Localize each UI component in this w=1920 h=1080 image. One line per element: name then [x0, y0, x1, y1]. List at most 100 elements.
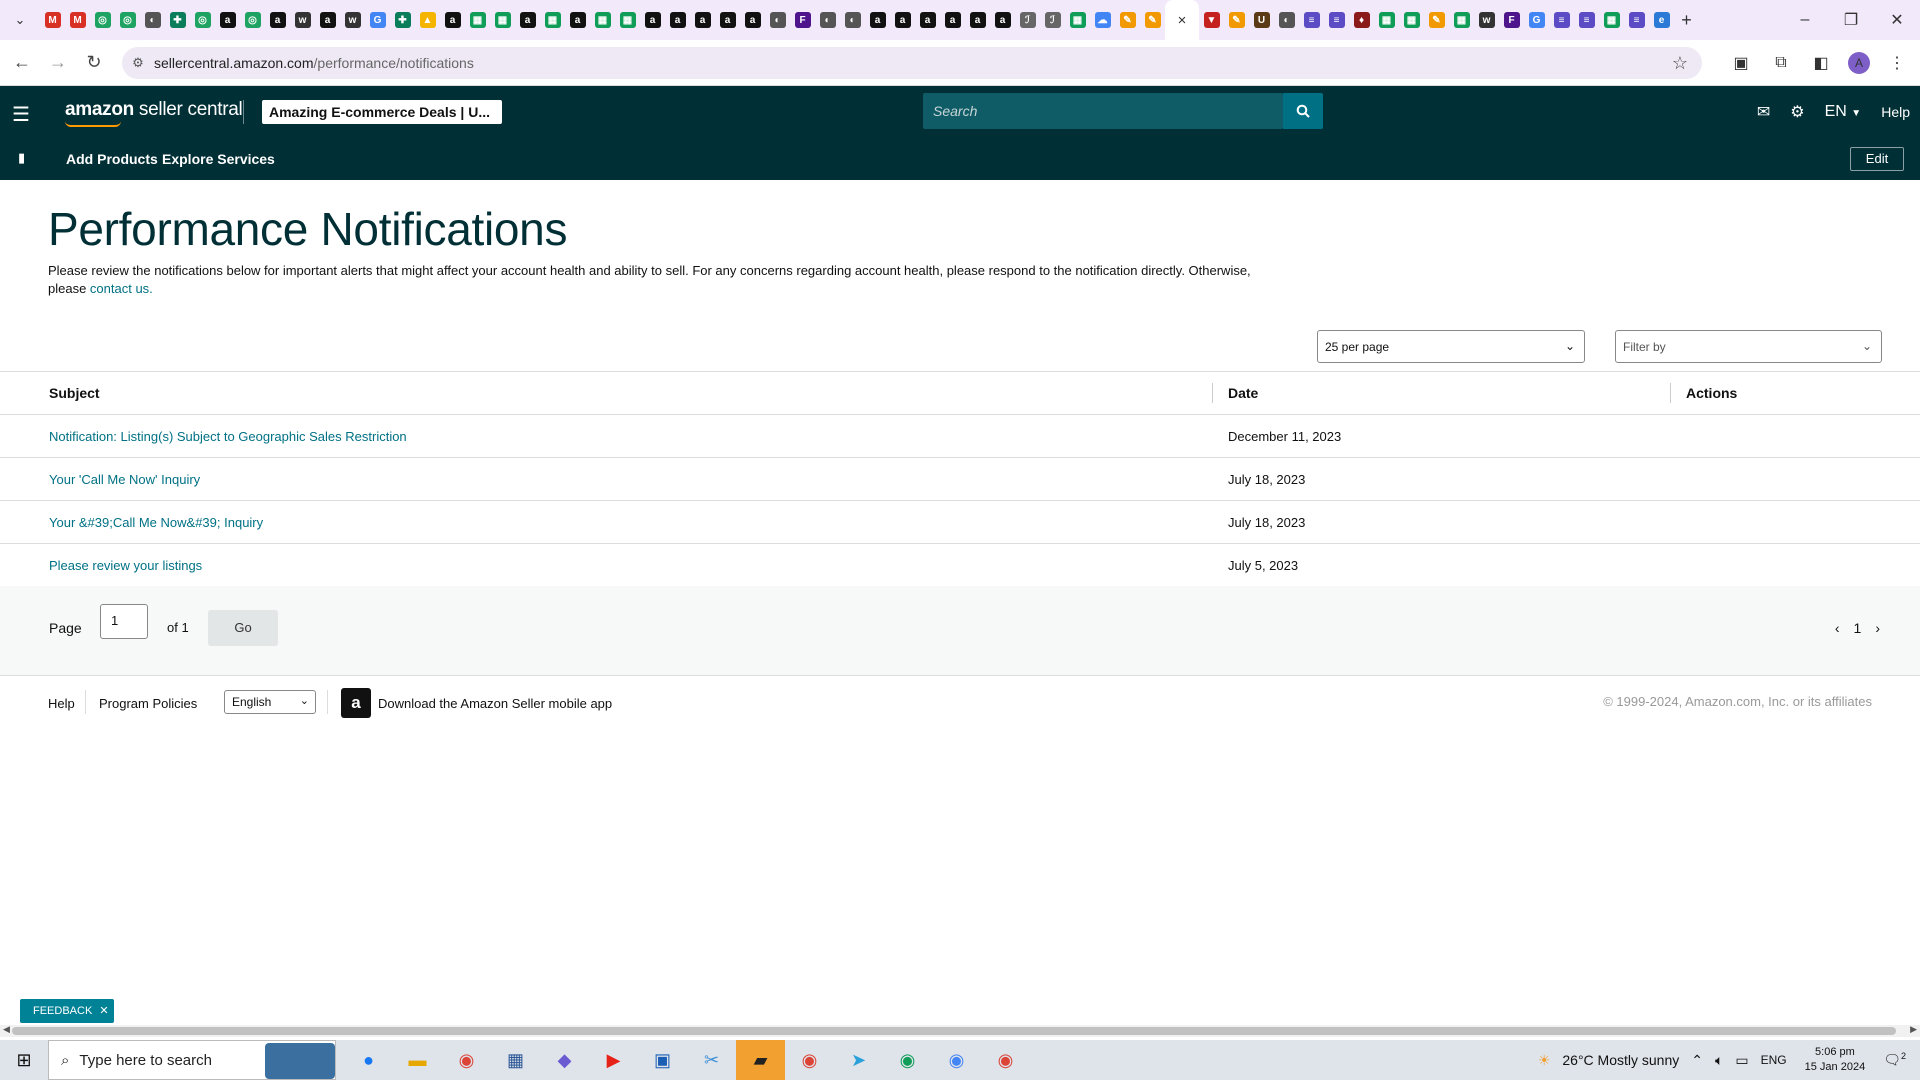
tab-ups-icon[interactable]: U [1249, 0, 1274, 40]
close-window-icon[interactable]: ✕ [1874, 0, 1920, 40]
close-icon[interactable]: ✕ [99, 1005, 108, 1017]
tab-sheets-icon[interactable]: ▦ [615, 0, 640, 40]
tab-amazon-icon[interactable]: a [940, 0, 965, 40]
browser-menu-icon[interactable]: ⋮ [1884, 53, 1910, 73]
store-selector-button[interactable]: Amazing E-commerce Deals | U... [262, 100, 502, 124]
download-app-link[interactable]: Download the Amazon Seller mobile app [378, 696, 612, 711]
chevron-left-icon[interactable]: ‹ [1835, 620, 1840, 636]
scrollbar-thumb[interactable] [12, 1027, 1896, 1035]
side-panel-icon[interactable]: ◧ [1808, 53, 1834, 73]
notification-link[interactable]: Please review your listings [49, 558, 202, 573]
language-selector[interactable]: EN ▼ [1825, 103, 1862, 121]
current-page[interactable]: 1 [1854, 620, 1862, 636]
forward-arrow-icon[interactable]: → [40, 52, 76, 73]
tab-pencil-icon[interactable]: ✎ [1424, 0, 1449, 40]
tab-docs-icon[interactable]: ≡ [1549, 0, 1574, 40]
tab-pen-icon[interactable]: ℐ [1040, 0, 1065, 40]
chrome-profile-icon[interactable]: ◉ [883, 1040, 932, 1080]
tab-google-icon[interactable]: G [1524, 0, 1549, 40]
search-input[interactable]: Search [923, 93, 1283, 129]
tab-wix-icon[interactable]: w [1474, 0, 1499, 40]
footer-language-select[interactable]: English ⌄ [224, 690, 316, 714]
tab-wix-icon[interactable]: w [290, 0, 315, 40]
sticky-notes-icon[interactable]: ▰ [736, 1040, 785, 1080]
tab-amazon-icon[interactable]: a [865, 0, 890, 40]
tab-cloud-icon[interactable]: ☁ [1090, 0, 1115, 40]
tab-green-circle-icon[interactable]: ◎ [115, 0, 140, 40]
tab-search-chevron-icon[interactable]: ⌄ [0, 12, 40, 28]
telegram-icon[interactable]: ➤ [834, 1040, 883, 1080]
tab-globe-icon[interactable]: ◐ [765, 0, 790, 40]
feedback-button[interactable]: FEEDBACK ✕ [20, 999, 114, 1023]
tab-globe-icon[interactable]: ◐ [140, 0, 165, 40]
footer-help-link[interactable]: Help [48, 696, 75, 711]
tab-wix-icon[interactable]: w [340, 0, 365, 40]
amazon-app-icon[interactable]: a [341, 688, 371, 718]
footer-program-policies-link[interactable]: Program Policies [99, 696, 197, 711]
mail-icon[interactable]: ✉ [1757, 102, 1770, 122]
per-page-select[interactable]: 25 per page ⌄ [1317, 330, 1585, 363]
weather-text[interactable]: 26°C Mostly sunny [1562, 1052, 1679, 1068]
youtube-icon[interactable]: ▶ [589, 1040, 638, 1080]
tab-amazon-icon[interactable]: a [315, 0, 340, 40]
tab-docs-icon[interactable]: ≡ [1574, 0, 1599, 40]
profile-avatar[interactable]: A [1848, 52, 1870, 74]
chrome-profile-icon[interactable]: ◉ [981, 1040, 1030, 1080]
edit-button[interactable]: Edit [1850, 147, 1904, 171]
windows-start-icon[interactable]: ⊞ [0, 1050, 48, 1071]
site-info-icon[interactable]: ⚙ [122, 55, 154, 71]
go-button[interactable]: Go [208, 610, 278, 646]
tab-fedex-icon[interactable]: F [1499, 0, 1524, 40]
chrome-profile-icon[interactable]: ◉ [785, 1040, 834, 1080]
column-subject[interactable]: Subject [0, 371, 1212, 415]
volume-icon[interactable]: 🔈︎ [1715, 1052, 1723, 1069]
tab-amazon-icon[interactable]: a [740, 0, 765, 40]
calculator-icon[interactable]: ▦ [491, 1040, 540, 1080]
tab-amazon-icon[interactable]: a [215, 0, 240, 40]
facebook-icon[interactable]: ● [344, 1040, 393, 1080]
input-language[interactable]: ENG [1761, 1053, 1787, 1067]
tab-sheets-icon[interactable]: ▦ [465, 0, 490, 40]
tab-amazon-icon[interactable]: a [265, 0, 290, 40]
nav-add-products[interactable]: Add Products [66, 151, 158, 167]
bookmark-star-icon[interactable]: ☆ [1672, 53, 1688, 74]
tab-sheets-icon[interactable]: ▦ [1065, 0, 1090, 40]
tab-green-circle-icon[interactable]: ◎ [240, 0, 265, 40]
tab-amazon-icon[interactable]: a [990, 0, 1015, 40]
tab-ticket-icon[interactable]: ♦ [1349, 0, 1374, 40]
tab-puzzle-icon[interactable]: ✚ [165, 0, 190, 40]
tab-sheets-icon[interactable]: ▦ [1449, 0, 1474, 40]
back-arrow-icon[interactable]: ← [4, 52, 40, 73]
file-explorer-icon[interactable]: ▬ [393, 1040, 442, 1080]
tab-sheets-icon[interactable]: ▦ [1599, 0, 1624, 40]
help-link[interactable]: Help [1881, 104, 1910, 120]
contact-us-link[interactable]: contact us. [90, 281, 153, 296]
tab-pencil-icon[interactable]: ✎ [1140, 0, 1165, 40]
tab-fedex-icon[interactable]: F [790, 0, 815, 40]
tab-amazon-icon[interactable]: a [690, 0, 715, 40]
tab-amazon-icon[interactable]: a [965, 0, 990, 40]
horizontal-scrollbar[interactable]: ◀ ▶ [0, 1024, 1920, 1037]
notifications-icon[interactable]: 🗨︎2 [1883, 1051, 1906, 1069]
scroll-left-icon[interactable]: ◀ [3, 1024, 10, 1035]
settings-gear-icon[interactable]: ⚙ [1790, 102, 1804, 122]
tab-docs-icon[interactable]: ≡ [1299, 0, 1324, 40]
tray-chevron-icon[interactable]: ⌃ [1691, 1052, 1703, 1069]
network-icon[interactable]: ▭ [1735, 1052, 1748, 1069]
tab-pen-icon[interactable]: ℐ [1015, 0, 1040, 40]
clock[interactable]: 5:06 pm 15 Jan 2024 [1799, 1045, 1872, 1075]
tab-amazon-icon[interactable]: a [565, 0, 590, 40]
tab-puzzle-icon[interactable]: ✚ [390, 0, 415, 40]
tab-amazon-icon[interactable]: a [440, 0, 465, 40]
tab-sheets-icon[interactable]: ▦ [1399, 0, 1424, 40]
column-date[interactable]: Date [1212, 371, 1670, 415]
nav-explore-services[interactable]: Explore Services [162, 151, 275, 167]
tab-pencil-icon[interactable]: ✎ [1115, 0, 1140, 40]
notification-link[interactable]: Your &#39;Call Me Now&#39; Inquiry [49, 515, 263, 530]
new-tab-plus-icon[interactable]: + [1674, 0, 1699, 40]
tab-sheets-icon[interactable]: ▦ [590, 0, 615, 40]
reload-icon[interactable]: ↻ [76, 52, 112, 73]
address-bar[interactable]: ⚙ sellercentral.amazon.com/performance/n… [122, 47, 1702, 79]
tab-amazon-icon[interactable]: a [640, 0, 665, 40]
extension-off-icon[interactable]: ▣ [1728, 53, 1754, 73]
